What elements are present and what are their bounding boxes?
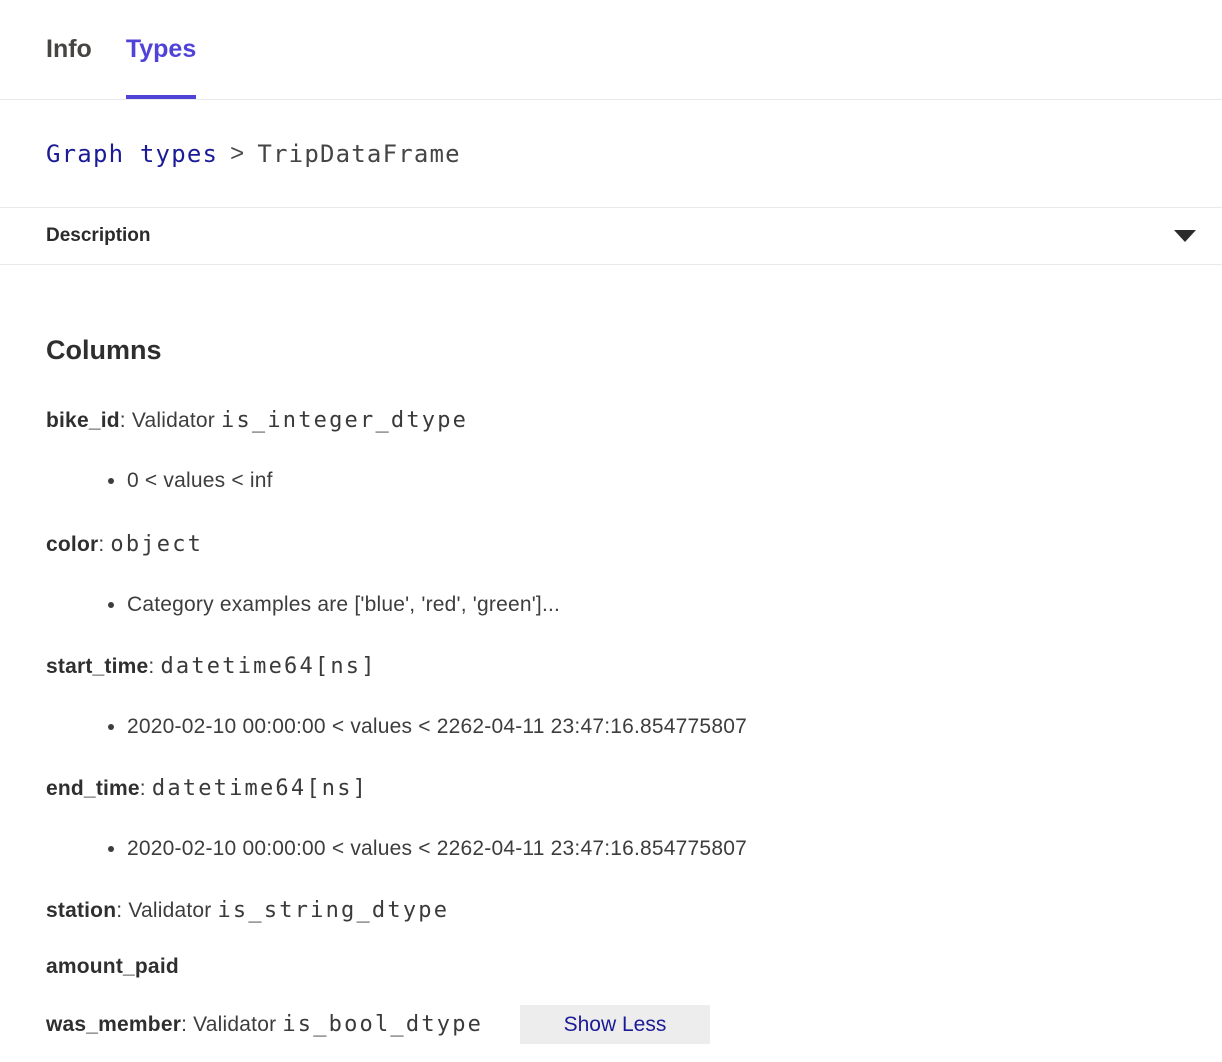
column-entry-amount-paid: amount_paid <box>46 955 1222 979</box>
breadcrumb-current: TripDataFrame <box>257 140 460 168</box>
column-validator-text: : Validator <box>181 1013 282 1036</box>
column-constraints-list: 0 < values < inf <box>46 469 1222 493</box>
column-name: was_member <box>46 1013 181 1036</box>
column-name: color <box>46 533 98 556</box>
column-dtype-code: is_string_dtype <box>217 898 449 923</box>
description-section-header[interactable]: Description <box>0 208 1222 265</box>
breadcrumb: Graph types > TripDataFrame <box>0 100 1222 208</box>
column-entry-end-time: end_time: datetime64[ns] <box>46 777 1222 801</box>
description-title: Description <box>46 225 151 247</box>
column-name: station <box>46 899 116 922</box>
column-entry-start-time: start_time: datetime64[ns] <box>46 655 1222 679</box>
column-entry-station: station: Validator is_string_dtype <box>46 899 1222 923</box>
column-constraints-list: 2020-02-10 00:00:00 < values < 2262-04-1… <box>46 715 1222 739</box>
column-name: amount_paid <box>46 955 179 978</box>
column-name: start_time <box>46 655 148 678</box>
column-name: end_time <box>46 777 140 800</box>
tab-info[interactable]: Info <box>46 0 92 99</box>
column-dtype-code: datetime64[ns] <box>160 654 376 679</box>
column-dtype-code: datetime64[ns] <box>152 776 368 801</box>
constraint-item: Category examples are ['blue', 'red', 'g… <box>127 593 1222 617</box>
columns-section: Columns bike_id: Validator is_integer_dt… <box>0 335 1222 1037</box>
tab-types[interactable]: Types <box>126 0 196 99</box>
breadcrumb-separator: > <box>230 140 245 168</box>
column-validator-text: : <box>140 777 152 800</box>
column-entry-bike-id: bike_id: Validator is_integer_dtype <box>46 409 1222 433</box>
column-dtype-code: is_bool_dtype <box>282 1012 483 1037</box>
column-constraints-list: Category examples are ['blue', 'red', 'g… <box>46 593 1222 617</box>
column-dtype-code: object <box>110 532 203 557</box>
column-entry-color: color: object <box>46 533 1222 557</box>
chevron-down-icon[interactable] <box>1174 230 1196 242</box>
column-validator-text: : Validator <box>120 409 221 432</box>
column-dtype-code: is_integer_dtype <box>221 408 468 433</box>
column-constraints-list: 2020-02-10 00:00:00 < values < 2262-04-1… <box>46 837 1222 861</box>
constraint-item: 2020-02-10 00:00:00 < values < 2262-04-1… <box>127 715 1222 739</box>
breadcrumb-link-graph-types[interactable]: Graph types <box>46 140 218 168</box>
constraint-item: 0 < values < inf <box>127 469 1222 493</box>
columns-heading: Columns <box>46 335 1222 365</box>
column-name: bike_id <box>46 409 120 432</box>
show-less-button[interactable]: Show Less <box>520 1005 710 1044</box>
tab-bar: Info Types <box>0 0 1222 100</box>
constraint-item: 2020-02-10 00:00:00 < values < 2262-04-1… <box>127 837 1222 861</box>
column-validator-text: : <box>148 655 160 678</box>
column-validator-text: : Validator <box>116 899 217 922</box>
column-validator-text: : <box>98 533 110 556</box>
